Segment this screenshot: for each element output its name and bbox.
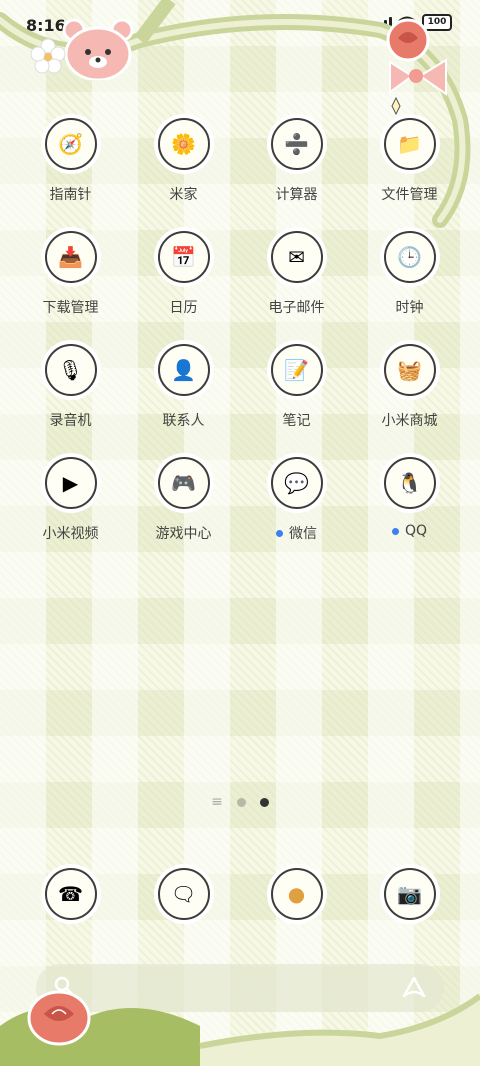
- app-file-manager[interactable]: 📁 文件管理: [353, 108, 466, 221]
- mi-home-icon: 🌼: [157, 118, 210, 170]
- app-notes[interactable]: 📝 笔记: [240, 334, 353, 447]
- camera-icon: 📷: [383, 868, 436, 920]
- dock-camera[interactable]: 📷: [353, 868, 466, 920]
- app-label: 文件管理: [381, 187, 438, 203]
- app-download-manager[interactable]: 📥 下载管理: [14, 221, 127, 334]
- qq-icon: 🐧: [383, 457, 436, 509]
- mi-store-icon: 🧺: [383, 344, 436, 396]
- app-drawer-menu-icon[interactable]: ≡: [211, 795, 223, 809]
- app-label: 微信: [276, 523, 317, 543]
- bear-sticker-icon: [62, 18, 134, 80]
- compass-icon: 🧭: [44, 118, 97, 170]
- new-install-dot: [391, 527, 399, 535]
- recorder-icon: 🎙: [44, 344, 97, 396]
- app-recorder[interactable]: 🎙 录音机: [14, 334, 127, 447]
- calendar-icon: 📅: [157, 231, 210, 283]
- app-compass[interactable]: 🧭 指南针: [14, 108, 127, 221]
- new-install-dot: [276, 529, 283, 537]
- app-mi-store[interactable]: 🧺 小米商城: [353, 334, 466, 447]
- contacts-icon: 👤: [157, 344, 210, 396]
- app-mi-home[interactable]: 🌼 米家: [127, 108, 240, 221]
- app-label: QQ: [391, 523, 427, 539]
- rose-sticker-icon: [27, 990, 91, 1046]
- app-label: 小米商城: [381, 413, 438, 429]
- app-contacts[interactable]: 👤 联系人: [127, 334, 240, 447]
- notes-icon: 📝: [270, 344, 323, 396]
- app-mi-video[interactable]: ▶ 小米视频: [14, 447, 127, 560]
- app-label: 联系人: [162, 413, 205, 429]
- app-calendar[interactable]: 📅 日历: [127, 221, 240, 334]
- dock-phone[interactable]: ☎: [14, 868, 127, 920]
- app-label: 下载管理: [42, 300, 99, 316]
- phone-icon: ☎: [44, 868, 97, 920]
- game-center-icon: 🎮: [157, 457, 210, 509]
- app-wechat[interactable]: 💬 微信: [240, 447, 353, 560]
- calculator-icon: ➗: [270, 118, 323, 170]
- app-calculator[interactable]: ➗ 计算器: [240, 108, 353, 221]
- app-label: 笔记: [282, 413, 311, 429]
- app-label: 游戏中心: [155, 526, 212, 542]
- app-clock[interactable]: 🕒 时钟: [353, 221, 466, 334]
- browser-icon: ●: [270, 868, 323, 920]
- app-label: 时钟: [395, 300, 424, 316]
- app-grid: 🧭 指南针 🌼 米家 ➗ 计算器 📁 文件管理 📥 下载管理 📅 日历 ✉ 电子…: [14, 108, 466, 560]
- app-label: 指南针: [49, 187, 92, 203]
- app-label: 计算器: [275, 187, 318, 203]
- app-email[interactable]: ✉ 电子邮件: [240, 221, 353, 334]
- wechat-icon: 💬: [270, 457, 323, 509]
- page-dot-active[interactable]: [259, 797, 269, 807]
- email-icon: ✉: [270, 231, 323, 283]
- file-manager-icon: 📁: [383, 118, 436, 170]
- messages-icon: 🗨: [157, 868, 210, 920]
- app-label: 小米视频: [42, 526, 99, 542]
- dock: ☎ 🗨 ● 📷: [14, 868, 466, 920]
- mi-video-icon: ▶: [44, 457, 97, 509]
- app-qq[interactable]: 🐧 QQ: [353, 447, 466, 560]
- page-dot[interactable]: [236, 797, 246, 807]
- page-indicator: ≡: [0, 795, 480, 809]
- app-label: 录音机: [49, 413, 92, 429]
- flower-sticker-icon: [30, 38, 66, 74]
- rose-bow-sticker-icon: [386, 18, 447, 116]
- app-label: 米家: [169, 187, 198, 203]
- app-label: 日历: [169, 300, 198, 316]
- app-game-center[interactable]: 🎮 游戏中心: [127, 447, 240, 560]
- dock-messages[interactable]: 🗨: [127, 868, 240, 920]
- app-label: 电子邮件: [268, 300, 325, 316]
- download-manager-icon: 📥: [44, 231, 97, 283]
- clock-icon: 🕒: [383, 231, 436, 283]
- dock-browser[interactable]: ●: [240, 868, 353, 920]
